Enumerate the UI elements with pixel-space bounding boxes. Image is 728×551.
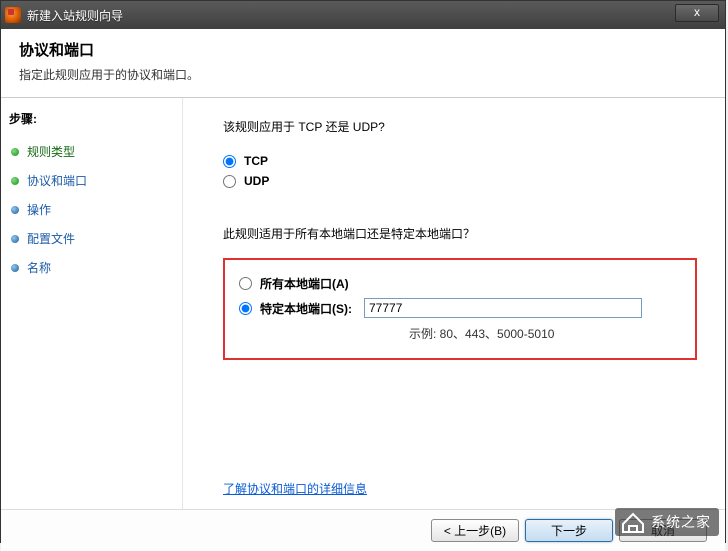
bullet-icon	[11, 177, 19, 185]
step-action[interactable]: 操作	[9, 195, 174, 224]
bullet-icon	[11, 264, 19, 272]
protocol-question: 该规则应用于 TCP 还是 UDP?	[223, 118, 697, 135]
close-button[interactable]: x	[675, 4, 719, 22]
radio-specific-ports[interactable]	[239, 302, 252, 315]
step-protocol-port[interactable]: 协议和端口	[9, 166, 174, 195]
steps-heading: 步骤:	[9, 110, 174, 127]
step-label: 操作	[27, 201, 51, 218]
radio-tcp[interactable]	[223, 155, 236, 168]
cancel-button[interactable]: 取消	[619, 519, 707, 542]
radio-specific-ports-row: 特定本地端口(S):	[239, 295, 681, 321]
step-label: 名称	[27, 259, 51, 276]
titlebar: 新建入站规则向导 x	[1, 1, 725, 29]
step-rule-type[interactable]: 规则类型	[9, 137, 174, 166]
port-example: 示例: 80、443、5000-5010	[409, 325, 681, 342]
body: 步骤: 规则类型 协议和端口 操作 配置文件 名称 该	[1, 98, 725, 509]
wizard-window: 新建入站规则向导 x 协议和端口 指定此规则应用于的协议和端口。 步骤: 规则类…	[0, 0, 726, 543]
step-label: 协议和端口	[27, 172, 87, 189]
radio-all-ports[interactable]	[239, 277, 252, 290]
port-question: 此规则适用于所有本地端口还是特定本地端口？	[223, 225, 697, 242]
window-title: 新建入站规则向导	[27, 7, 123, 24]
radio-udp-row: UDP	[223, 171, 697, 191]
step-name[interactable]: 名称	[9, 253, 174, 282]
page-subtitle: 指定此规则应用于的协议和端口。	[19, 66, 707, 83]
highlight-box: 所有本地端口(A) 特定本地端口(S): 示例: 80、443、5000-501…	[223, 258, 697, 360]
bullet-icon	[11, 206, 19, 214]
specific-ports-label[interactable]: 特定本地端口(S):	[260, 300, 352, 317]
radio-udp[interactable]	[223, 175, 236, 188]
tcp-label[interactable]: TCP	[244, 154, 268, 168]
header: 协议和端口 指定此规则应用于的协议和端口。	[1, 29, 725, 98]
port-input[interactable]	[364, 298, 642, 318]
step-label: 配置文件	[27, 230, 75, 247]
step-label: 规则类型	[27, 143, 75, 160]
sidebar: 步骤: 规则类型 协议和端口 操作 配置文件 名称	[1, 98, 183, 509]
learn-more-link[interactable]: 了解协议和端口的详细信息	[223, 480, 367, 497]
radio-all-ports-row: 所有本地端口(A)	[239, 272, 681, 295]
next-button[interactable]: 下一步	[525, 519, 613, 542]
bullet-icon	[11, 235, 19, 243]
firewall-icon	[5, 7, 21, 23]
all-ports-label[interactable]: 所有本地端口(A)	[260, 275, 349, 292]
udp-label[interactable]: UDP	[244, 174, 269, 188]
step-profile[interactable]: 配置文件	[9, 224, 174, 253]
bullet-icon	[11, 148, 19, 156]
back-button[interactable]: < 上一步(B)	[431, 519, 519, 542]
content: 该规则应用于 TCP 还是 UDP? TCP UDP 此规则适用于所有本地端口还…	[183, 98, 725, 509]
page-title: 协议和端口	[19, 39, 707, 60]
radio-tcp-row: TCP	[223, 151, 697, 171]
